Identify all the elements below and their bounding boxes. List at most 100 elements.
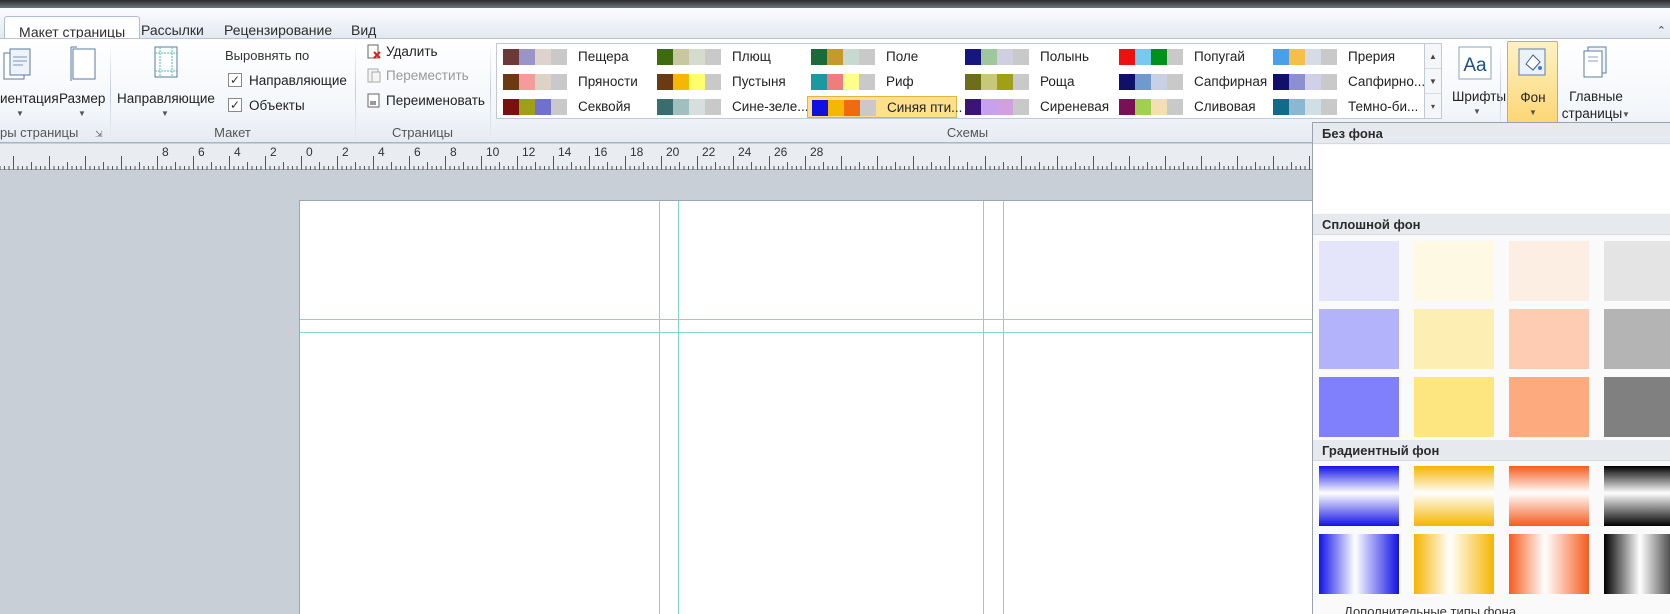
gradient-background-swatch[interactable] — [1414, 534, 1494, 594]
solid-background-swatch[interactable] — [1319, 241, 1399, 301]
publication-page[interactable] — [299, 200, 1313, 614]
background-button[interactable]: Фон ▼ — [1507, 41, 1558, 123]
scheme-color-swatch — [981, 49, 997, 65]
scheme-color-swatch — [997, 99, 1013, 115]
solid-background-swatch[interactable] — [1319, 309, 1399, 369]
scheme-color-swatch — [1273, 49, 1289, 65]
scheme-color-swatch — [1151, 49, 1167, 65]
scheme-name: Попугай — [1194, 49, 1245, 64]
color-scheme-item[interactable]: Сапфирно... — [1269, 71, 1425, 93]
scheme-color-swatch — [1119, 49, 1135, 65]
color-scheme-item[interactable]: Риф — [807, 71, 957, 93]
gradient-background-swatch[interactable] — [1509, 534, 1589, 594]
rename-page-button[interactable]: Переименовать — [364, 92, 494, 112]
ribbon-collapse-icon[interactable]: ⌃ — [1657, 24, 1666, 37]
scheme-name: Пустыня — [732, 74, 786, 89]
fonts-button[interactable]: Aa Шрифты ▼ — [1452, 41, 1506, 123]
scheme-color-swatch — [1151, 74, 1167, 90]
scheme-color-swatch — [827, 49, 843, 65]
solid-background-swatch[interactable] — [1509, 241, 1589, 301]
orientation-icon — [3, 48, 31, 80]
gradient-background-swatch[interactable] — [1604, 534, 1670, 594]
scheme-color-swatch — [1135, 99, 1151, 115]
color-scheme-item[interactable]: Сливовая — [1115, 96, 1265, 118]
scheme-color-swatch — [843, 74, 859, 90]
solid-background-swatch[interactable] — [1319, 377, 1399, 437]
color-scheme-item[interactable]: Секвойя — [499, 96, 649, 118]
scheme-color-swatch — [811, 49, 827, 65]
gradient-background-swatch[interactable] — [1319, 466, 1399, 526]
solid-background-swatch[interactable] — [1604, 241, 1670, 301]
size-button[interactable]: Размер ▼ — [57, 41, 107, 125]
delete-page-button[interactable]: Удалить — [364, 43, 484, 63]
color-scheme-item[interactable]: Пещера — [499, 46, 649, 68]
gallery-scroll-up-icon[interactable]: ▲ — [1425, 44, 1441, 69]
color-scheme-item[interactable]: Сиреневая — [961, 96, 1111, 118]
move-page-button[interactable]: Переместить — [364, 67, 484, 87]
color-scheme-item[interactable]: Плющ — [653, 46, 803, 68]
align-objects-checkbox[interactable]: ✓ — [228, 98, 242, 112]
gradient-background-swatch[interactable] — [1604, 466, 1670, 526]
no-background-option[interactable] — [1313, 145, 1670, 213]
gradient-background-swatch[interactable] — [1509, 466, 1589, 526]
guides-label: Направляющие — [117, 91, 215, 106]
gallery-scroll-down-icon[interactable]: ▼ — [1425, 69, 1441, 94]
solid-background-swatch[interactable] — [1509, 309, 1589, 369]
color-scheme-item[interactable]: Темно-би... — [1269, 96, 1419, 118]
master-pages-button[interactable]: Главные страницы ▼ — [1561, 41, 1631, 123]
vertical-guide[interactable] — [1003, 201, 1004, 614]
solid-background-swatch[interactable] — [1414, 377, 1494, 437]
tab-view[interactable]: Вид — [351, 22, 376, 38]
gradient-background-swatch[interactable] — [1319, 534, 1399, 594]
color-scheme-item[interactable]: Пустыня — [653, 71, 803, 93]
solid-background-swatch[interactable] — [1414, 309, 1494, 369]
guides-button[interactable]: Направляющие ▼ — [116, 41, 215, 125]
color-scheme-item[interactable]: Роща — [961, 71, 1111, 93]
ruler-label: 6 — [414, 145, 421, 159]
align-guides-checkbox[interactable]: ✓ — [228, 73, 242, 87]
color-scheme-item[interactable]: Сапфирная — [1115, 71, 1267, 93]
color-scheme-item[interactable]: Попугай — [1115, 46, 1265, 68]
dialog-launcher-icon[interactable]: ⇲ — [95, 129, 103, 140]
scheme-color-swatch — [1321, 99, 1337, 115]
scheme-color-swatch — [859, 49, 875, 65]
solid-background-swatch[interactable] — [1414, 241, 1494, 301]
scheme-color-swatch — [519, 99, 535, 115]
more-background-types-link[interactable]: Дополнительные типы фона... — [1344, 604, 1527, 614]
color-scheme-item[interactable]: Полынь — [961, 46, 1111, 68]
scheme-color-swatch — [673, 99, 689, 115]
vertical-guide[interactable] — [678, 201, 679, 614]
gradient-background-swatch[interactable] — [1414, 466, 1494, 526]
solid-background-swatch[interactable] — [1604, 309, 1670, 369]
scheme-color-swatch — [705, 99, 721, 115]
color-scheme-item[interactable]: Сине-зеле... — [653, 96, 809, 118]
vertical-guide[interactable] — [983, 201, 984, 614]
scheme-name: Поле — [886, 49, 919, 64]
orientation-button[interactable]: иентация ▼ — [0, 41, 59, 125]
solid-background-swatch[interactable] — [1509, 377, 1589, 437]
scheme-color-swatch — [1167, 99, 1183, 115]
solid-background-swatch[interactable] — [1604, 377, 1670, 437]
scheme-name: Полынь — [1040, 49, 1089, 64]
tab-review[interactable]: Рецензирование — [224, 22, 332, 38]
horizontal-guide[interactable] — [300, 332, 1313, 333]
gallery-more-icon[interactable]: ▾ — [1425, 94, 1441, 119]
ruler-label: 20 — [666, 145, 680, 159]
color-scheme-item[interactable]: Поле — [807, 46, 957, 68]
tab-mailings[interactable]: Рассылки — [141, 22, 204, 38]
color-scheme-item[interactable]: Синяя пти... — [807, 96, 962, 118]
color-scheme-item[interactable]: Прерия — [1269, 46, 1419, 68]
vertical-guide[interactable] — [659, 201, 660, 614]
horizontal-ruler[interactable]: 8 6 4 2 0 2 4 6 8 10 12 14 16 18 20 22 24 26 28 — [0, 144, 1312, 170]
scheme-color-swatch — [997, 49, 1013, 65]
ribbon-tab-bar: Макет страницы Рассылки Рецензирование В… — [0, 8, 1670, 47]
ruler-label: 16 — [594, 145, 608, 159]
scheme-color-swatch — [535, 74, 551, 90]
scheme-color-swatch — [673, 74, 689, 90]
scheme-color-swatch — [1013, 99, 1029, 115]
horizontal-guide[interactable] — [300, 319, 1313, 320]
scheme-color-swatch — [519, 49, 535, 65]
paint-bucket-icon — [1518, 48, 1546, 76]
color-scheme-item[interactable]: Пряности — [499, 71, 649, 93]
color-schemes-gallery[interactable]: Пещера Плющ Поле Полынь Попугай Прерия Пряност… — [496, 43, 1434, 119]
